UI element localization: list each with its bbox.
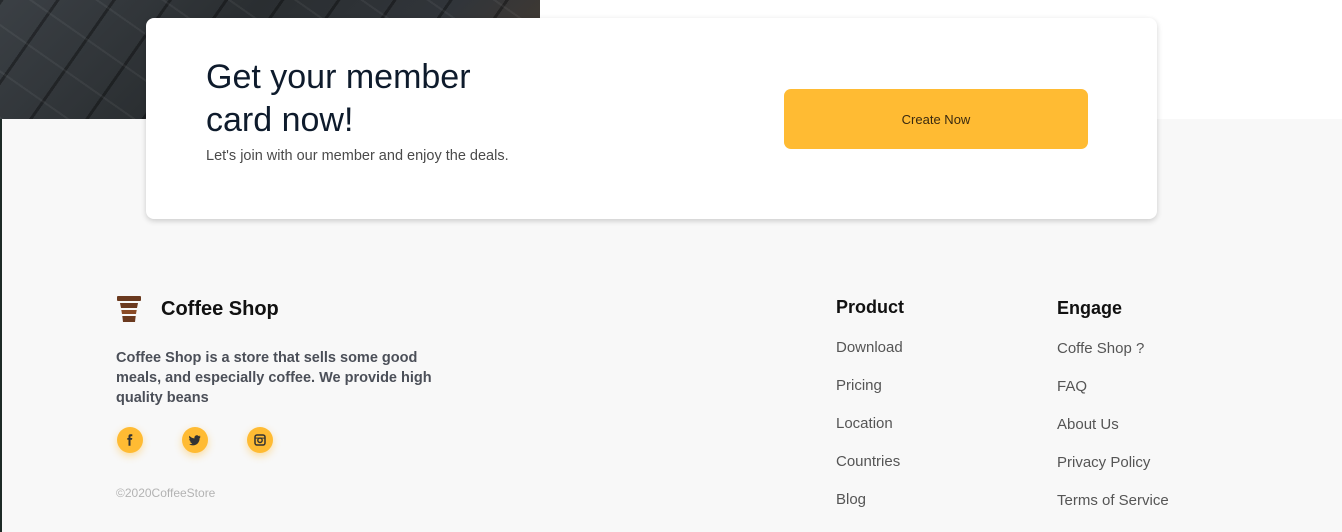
facebook-link[interactable] <box>117 427 143 453</box>
product-link-download[interactable]: Download <box>836 339 904 377</box>
twitter-link[interactable] <box>182 427 208 453</box>
member-card-banner: Get your member card now! Let's join wit… <box>146 18 1157 219</box>
member-card-subtitle: Let's join with our member and enjoy the… <box>206 148 509 164</box>
twitter-icon <box>189 435 201 446</box>
engage-links-column: Engage Coffe Shop ? FAQ About Us Privacy… <box>1057 298 1169 530</box>
member-card-title: Get your member card now! <box>206 58 471 139</box>
coffee-cup-icon <box>116 295 142 323</box>
product-link-countries[interactable]: Countries <box>836 453 904 491</box>
engage-link-coffe-shop[interactable]: Coffe Shop ? <box>1057 340 1169 378</box>
instagram-icon <box>254 434 266 446</box>
product-link-blog[interactable]: Blog <box>836 491 904 529</box>
engage-link-privacy-policy[interactable]: Privacy Policy <box>1057 454 1169 492</box>
left-edge-strip <box>0 119 2 532</box>
engage-link-terms-of-service[interactable]: Terms of Service <box>1057 492 1169 530</box>
engage-link-faq[interactable]: FAQ <box>1057 378 1169 416</box>
engage-link-about-us[interactable]: About Us <box>1057 416 1169 454</box>
facebook-icon <box>127 434 133 446</box>
product-link-pricing[interactable]: Pricing <box>836 377 904 415</box>
footer-brand[interactable]: Coffee Shop <box>116 295 279 323</box>
brand-description: Coffee Shop is a store that sells some g… <box>116 350 432 406</box>
product-heading: Product <box>836 297 905 317</box>
product-links-column: Product Download Pricing Location Countr… <box>836 297 904 529</box>
create-now-button[interactable]: Create Now <box>784 89 1088 149</box>
brand-name: Coffee Shop <box>161 297 279 320</box>
product-link-location[interactable]: Location <box>836 415 904 453</box>
engage-heading: Engage <box>1057 298 1123 318</box>
copyright-text: ©2020CoffeeStore <box>116 486 216 500</box>
social-links <box>117 427 312 453</box>
instagram-link[interactable] <box>247 427 273 453</box>
